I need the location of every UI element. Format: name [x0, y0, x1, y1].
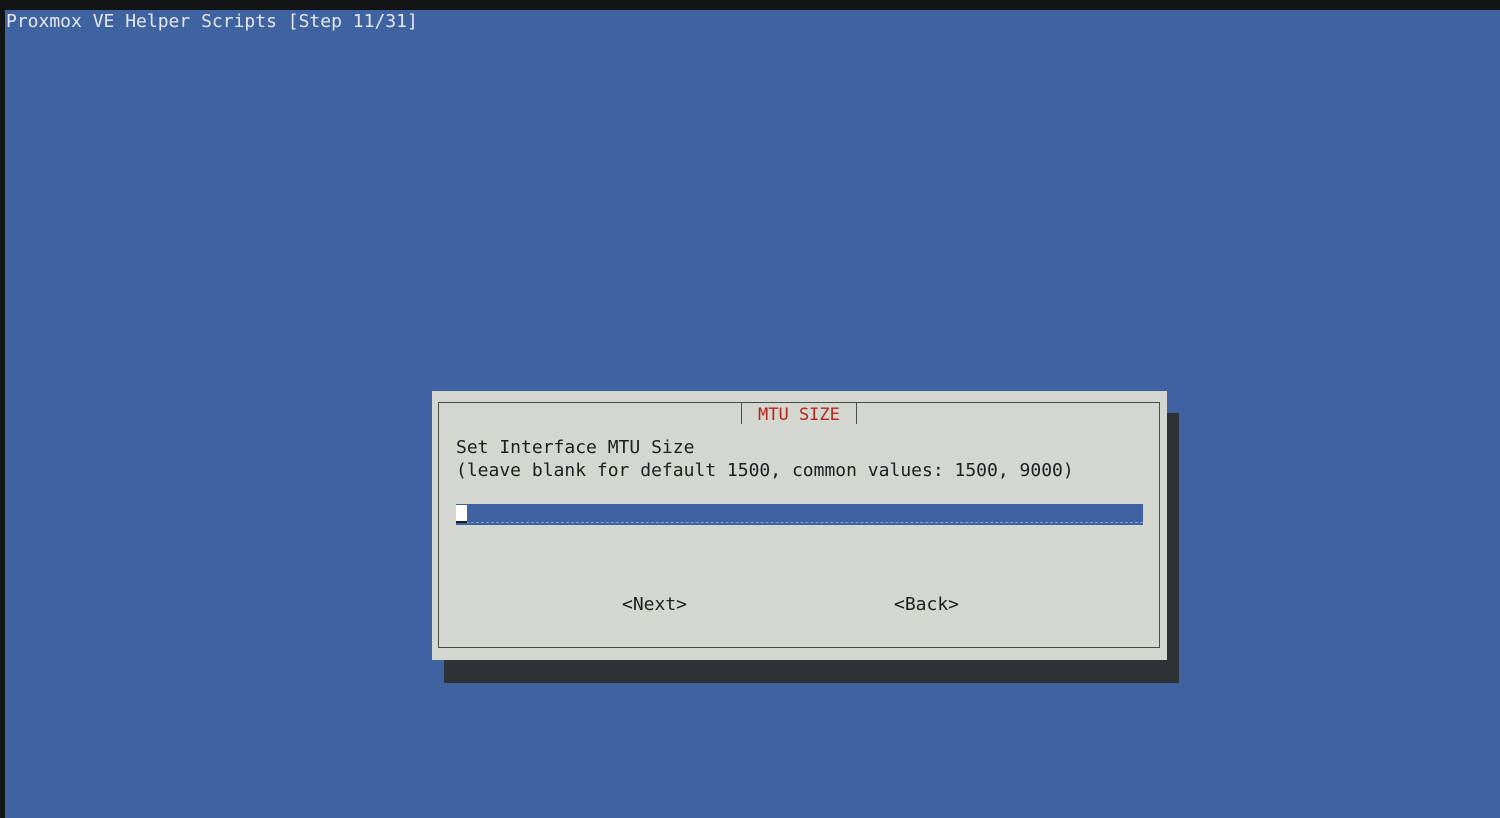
cursor-underline: [456, 521, 467, 523]
next-button[interactable]: <Next>: [622, 593, 687, 617]
backtitle: Proxmox VE Helper Scripts [Step 11/31]: [6, 11, 418, 32]
terminal-window: Proxmox VE Helper Scripts [Step 11/31] M…: [5, 10, 1500, 818]
prompt-line-2: (leave blank for default 1500, common va…: [456, 460, 1074, 481]
text-cursor: [456, 505, 467, 523]
mtu-size-dialog: MTU SIZE Set Interface MTU Size (leave b…: [432, 391, 1167, 660]
prompt-line-1: Set Interface MTU Size: [456, 437, 695, 458]
input-fill-dashes: [456, 522, 1143, 523]
dialog-prompt: Set Interface MTU Size (leave blank for …: [456, 436, 1074, 482]
mtu-input[interactable]: [456, 504, 1143, 525]
dialog-title: MTU SIZE: [741, 403, 857, 425]
back-button[interactable]: <Back>: [894, 593, 959, 617]
